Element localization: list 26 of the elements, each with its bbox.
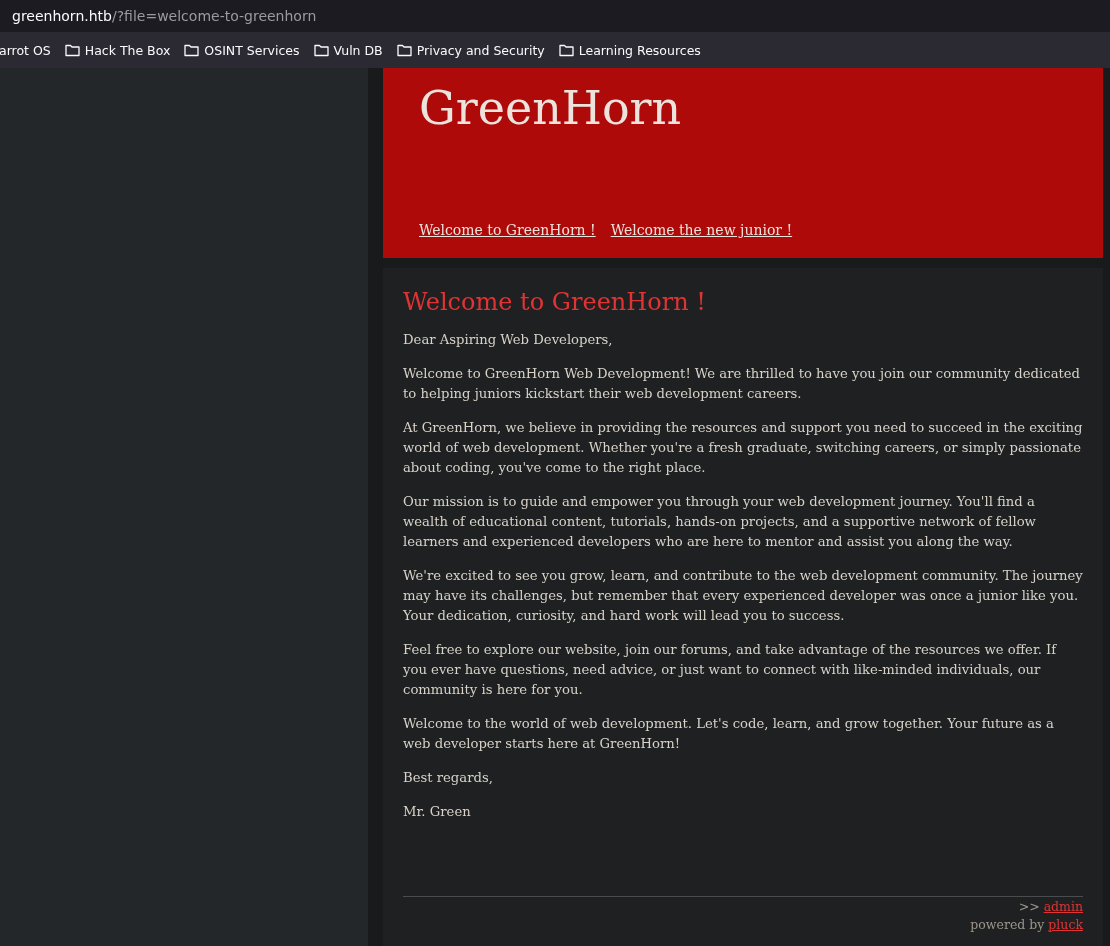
article-paragraph: Feel free to explore our website, join our forums, and take advantage of the resources we offer. If you ever have questions, need advice, or just want to connect with like-minded individuals, our community is here for you. bbox=[403, 641, 1058, 699]
bookmark-item[interactable]: Vuln DB bbox=[333, 42, 383, 58]
admin-link[interactable]: admin bbox=[1043, 898, 1083, 916]
powered-by-text: powered by bbox=[970, 916, 1045, 934]
nav-link[interactable]: Welcome the new junior ! bbox=[610, 222, 793, 238]
article-paragraph: We're excited to see you grow, learn, and contribute to the web development community. The journey may have its challenges, but remember that every experienced developer was once a junior like you. Your dedication, curiosity, and hard work will lead you to success. bbox=[403, 567, 1083, 625]
bookmark-item[interactable]: Learning Resources bbox=[578, 42, 701, 58]
bookmark-item[interactable]: arrot OS bbox=[0, 42, 51, 58]
site-title: GreenHorn bbox=[419, 80, 682, 136]
address-bar[interactable]: greenhorn.htb/?file=welcome-to-greenhorn bbox=[0, 0, 1110, 32]
nav-link[interactable]: Welcome to GreenHorn ! bbox=[419, 222, 596, 238]
admin-prefix: >> bbox=[1018, 898, 1040, 916]
article-paragraph: Mr. Green bbox=[403, 803, 472, 821]
article-paragraph: At GreenHorn, we believe in providing the resources and support you need to succeed in the exciting world of web development. Whether you're a fresh graduate, switching careers, or simply passionate about coding, you've come to the right place. bbox=[403, 419, 1083, 477]
bookmark-item[interactable]: Privacy and Security bbox=[416, 42, 545, 58]
url-path: /?file=welcome-to-greenhorn bbox=[111, 8, 317, 24]
pluck-link[interactable]: pluck bbox=[1048, 916, 1083, 934]
article-paragraph: Welcome to GreenHorn Web Development! We are thrilled to have you join our community dedicated to helping juniors kickstart their web development careers. bbox=[403, 365, 1082, 403]
article-paragraph: Best regards, bbox=[403, 769, 494, 787]
url-host: greenhorn.htb bbox=[12, 8, 112, 24]
article-heading: Welcome to GreenHorn ! bbox=[403, 288, 706, 316]
bookmark-item[interactable]: Hack The Box bbox=[84, 42, 171, 58]
article-paragraph: Our mission is to guide and empower you through your web development journey. You'll find a wealth of educational content, tutorials, hands-on projects, and a supportive network of fellow learners and experienced developers who are here to mentor and assist you along the way. bbox=[403, 493, 1037, 551]
bookmark-item[interactable]: OSINT Services bbox=[204, 42, 300, 58]
article-paragraph: Welcome to the world of web development. Let's code, learn, and grow together. Your future as a web developer starts here at GreenHorn! bbox=[403, 715, 1055, 753]
article-paragraph: Dear Aspiring Web Developers, bbox=[403, 331, 614, 349]
